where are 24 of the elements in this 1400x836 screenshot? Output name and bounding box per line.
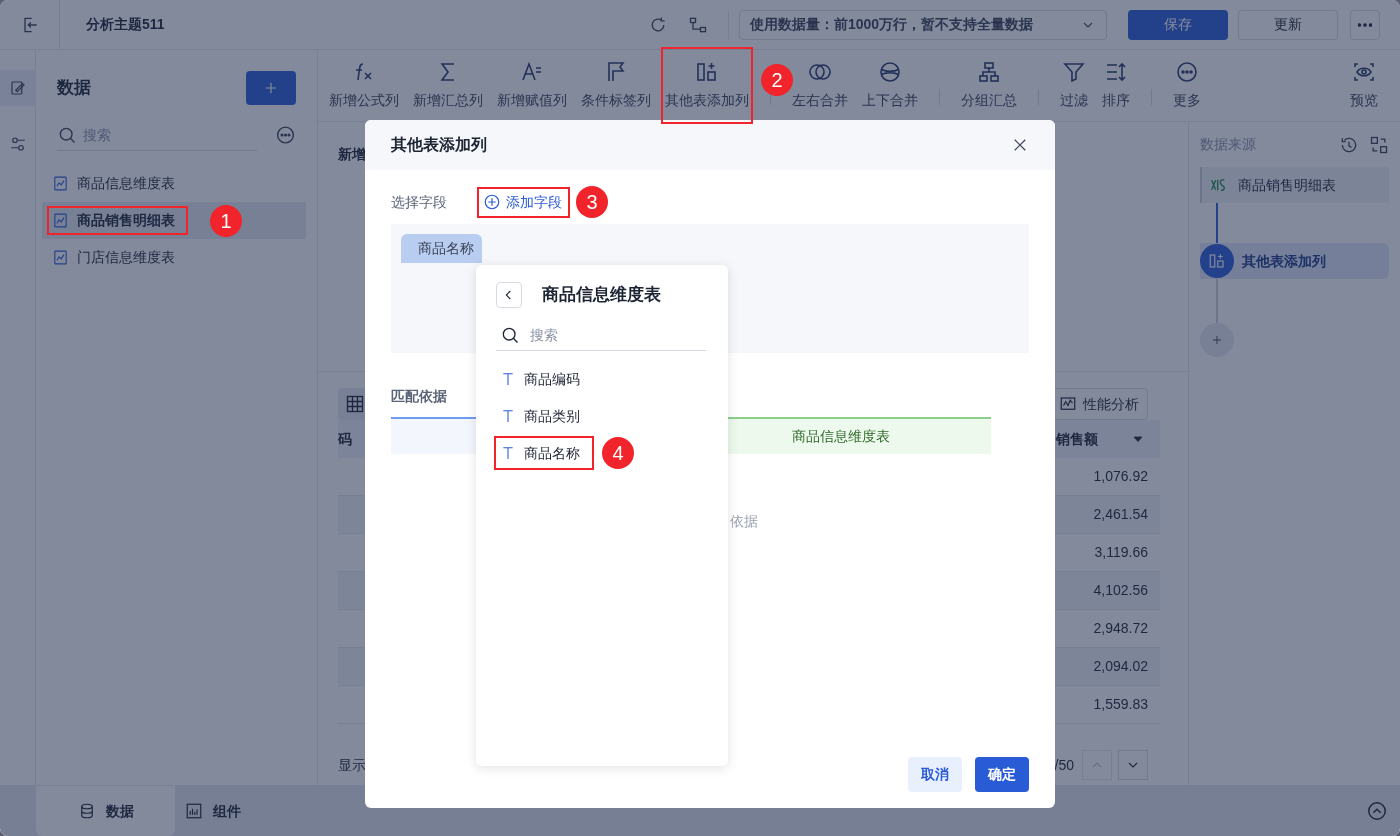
page-total: /50 (1054, 755, 1074, 775)
step-number-badge: 4 (602, 437, 634, 469)
field-chip: 商品名称 (401, 234, 482, 263)
popup-title: 商品信息维度表 (542, 284, 661, 307)
step-number-badge: 2 (761, 63, 793, 96)
table-cell-text: 2,094.02 (1093, 657, 1148, 676)
panel-title: 数据 (57, 77, 91, 100)
table-cell-text: 3,119.66 (1094, 543, 1148, 562)
table-cell-text: 2,461.54 (1093, 505, 1148, 524)
table-cell-text: 2,948.72 (1093, 619, 1148, 638)
step-number-badge: 1 (210, 204, 242, 237)
column-header: 码 (338, 429, 353, 449)
table-cell-text: 1,076.92 (1093, 467, 1148, 486)
section-title: 新增 (338, 146, 366, 162)
field-label: 选择字段 (391, 192, 448, 212)
analysis-title: 分析主题511 (86, 15, 165, 34)
table-cell-text: 4,102.56 (1093, 581, 1148, 600)
step-number-badge: 3 (576, 186, 608, 218)
table-cell-text: 1,559.83 (1093, 695, 1148, 714)
empty-hint: 依据 (730, 512, 759, 531)
column-header: 销售额 (1056, 429, 1098, 449)
section-label: 匹配依据 (391, 387, 448, 406)
footer-label: 显示 (338, 755, 366, 775)
dialog-title: 其他表添加列 (391, 135, 487, 155)
